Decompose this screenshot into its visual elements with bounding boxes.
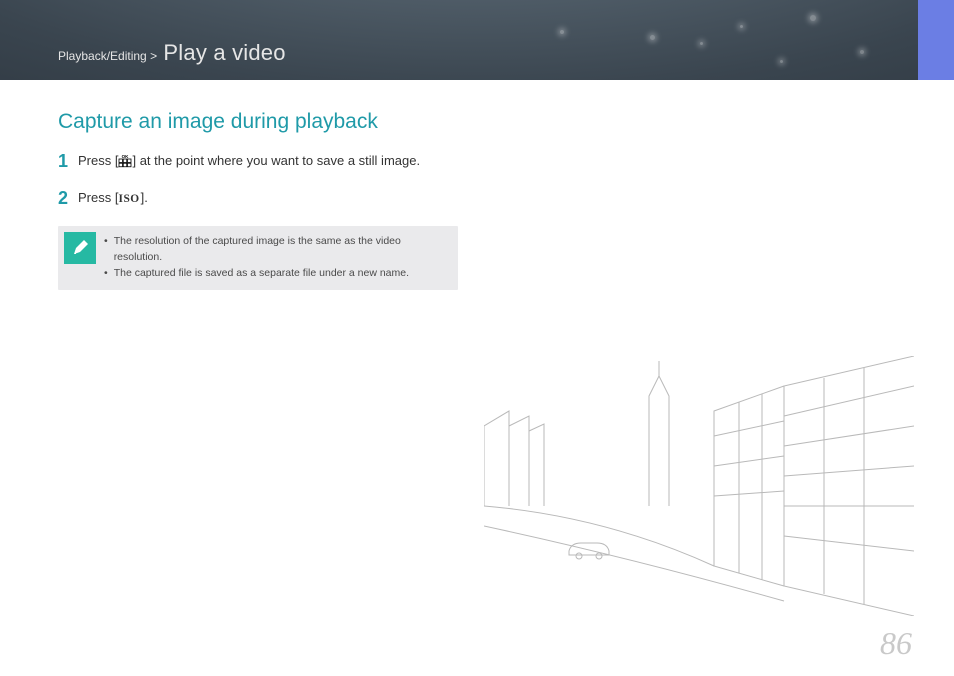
- section-heading: Capture an image during playback: [58, 110, 460, 134]
- pen-icon: [64, 232, 96, 264]
- note-text: The captured file is saved as a separate…: [114, 266, 409, 282]
- breadcrumb-separator: >: [150, 49, 157, 63]
- note-body: The resolution of the captured image is …: [102, 226, 458, 289]
- note-box: The resolution of the captured image is …: [58, 226, 458, 289]
- decoration-spark: [560, 30, 564, 34]
- cityscape-illustration: [484, 356, 914, 616]
- decoration-spark: [740, 25, 743, 28]
- step-text-post: ].: [141, 190, 148, 205]
- decoration-spark: [650, 35, 655, 40]
- chapter-edge-tab: [918, 0, 954, 80]
- note-bullet: The captured file is saved as a separate…: [102, 266, 448, 282]
- step-item: 2 Press [ISO].: [58, 189, 460, 209]
- step-text-pre: Press [: [78, 153, 118, 168]
- step-number: 1: [58, 152, 78, 172]
- step-text: Press [ OK ] at the point where you want…: [78, 152, 460, 173]
- decoration-spark: [700, 42, 703, 45]
- ok-grid-icon: OK: [118, 154, 132, 173]
- decoration-spark: [780, 60, 783, 63]
- breadcrumb-section: Playback/Editing: [58, 49, 147, 63]
- step-item: 1 Press [ OK ] at the point where you wa…: [58, 152, 460, 173]
- content-body: Capture an image during playback 1 Press…: [0, 80, 460, 290]
- step-text: Press [ISO].: [78, 189, 460, 207]
- decoration-spark: [810, 15, 816, 21]
- decoration-spark: [860, 50, 864, 54]
- page-root: Playback/Editing > Play a video Capture …: [0, 0, 954, 676]
- step-text-pre: Press [: [78, 190, 118, 205]
- note-bullet: The resolution of the captured image is …: [102, 234, 448, 266]
- step-text-post: ] at the point where you want to save a …: [132, 153, 420, 168]
- svg-text:OK: OK: [122, 154, 130, 159]
- breadcrumb-title: Play a video: [163, 40, 285, 65]
- breadcrumb: Playback/Editing > Play a video: [58, 40, 286, 66]
- page-header: Playback/Editing > Play a video: [0, 0, 954, 80]
- iso-label-icon: ISO: [119, 190, 140, 206]
- step-number: 2: [58, 189, 78, 209]
- page-number: 86: [880, 625, 912, 662]
- note-text: The resolution of the captured image is …: [114, 234, 448, 266]
